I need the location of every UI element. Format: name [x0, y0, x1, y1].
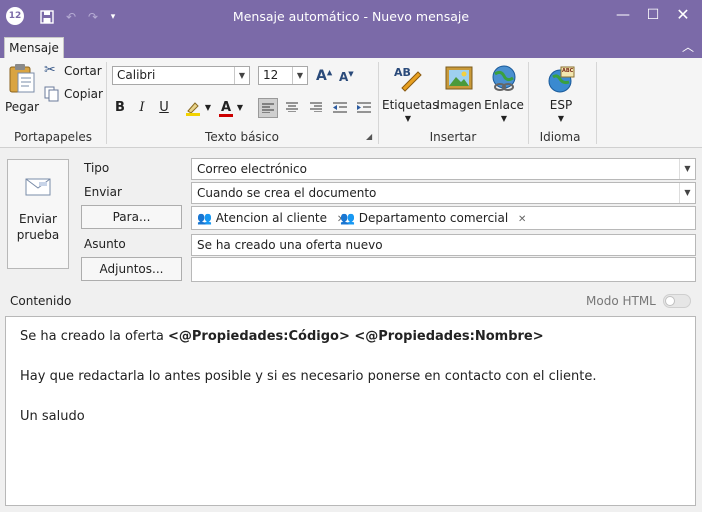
to-button[interactable]: Para... — [81, 205, 182, 229]
chevron-down-icon[interactable]: ▼ — [236, 98, 244, 118]
body-text: Se ha creado la oferta — [20, 329, 169, 344]
font-family-select[interactable]: Calibri ▼ — [112, 66, 250, 85]
ribbon-separator — [596, 62, 597, 144]
font-size-select[interactable]: 12 ▼ — [258, 66, 308, 85]
chevron-down-icon[interactable]: ▼ — [204, 98, 212, 118]
message-body-editor[interactable]: Se ha creado la oferta <@Propiedades:Cód… — [5, 316, 696, 506]
copy-icon — [44, 86, 59, 102]
remove-recipient-icon[interactable]: ✕ — [518, 214, 526, 225]
align-center-icon[interactable] — [282, 98, 302, 118]
link-label: Enlace — [484, 98, 524, 112]
cut-button[interactable]: ✂ Cortar — [44, 62, 102, 80]
increase-indent-icon[interactable] — [354, 98, 374, 118]
bold-button[interactable]: B — [112, 98, 128, 118]
scissors-icon: ✂ — [44, 62, 56, 78]
cut-label: Cortar — [64, 64, 102, 78]
enviar-label: Enviar — [84, 185, 122, 199]
enviar-select[interactable]: Cuando se crea el documento ▼ — [191, 182, 696, 204]
group-texto-basico-label: Texto básico — [205, 130, 279, 144]
body-placeholder-tags: <@Propiedades:Código> <@Propiedades:Nomb… — [168, 329, 544, 344]
envelope-icon — [25, 178, 51, 196]
tipo-select[interactable]: Correo electrónico ▼ — [191, 158, 696, 180]
content-label: Contenido — [10, 294, 72, 308]
title-bar: 12 ↶ ↷ ▾ Mensaje automático - Nuevo mens… — [0, 0, 702, 34]
paste-button[interactable]: Pegar — [4, 60, 40, 118]
grow-font-icon[interactable]: A▲ — [316, 68, 332, 84]
dialog-launcher-icon[interactable]: ◢ — [366, 132, 372, 141]
body-paragraph: Se ha creado la oferta <@Propiedades:Cód… — [20, 327, 681, 347]
copy-label: Copiar — [64, 87, 103, 101]
send-test-button[interactable]: Enviar prueba — [7, 159, 69, 269]
language-label: ESP — [549, 98, 573, 112]
shrink-font-icon[interactable]: A▼ — [339, 70, 354, 84]
underline-button[interactable]: U — [156, 98, 172, 118]
ribbon: Pegar ✂ Cortar Copiar Portapapeles Calib… — [0, 58, 702, 148]
window-title: Mensaje automático - Nuevo mensaje — [232, 9, 470, 24]
image-button[interactable]: Imagen — [436, 60, 482, 126]
chevron-down-icon: ▼ — [500, 114, 508, 123]
body-paragraph: Hay que redactarla lo antes posible y si… — [20, 369, 597, 384]
language-button[interactable]: ABC ESP ▼ — [534, 60, 588, 126]
attachments-button[interactable]: Adjuntos... — [81, 257, 182, 281]
tipo-value: Correo electrónico — [197, 162, 307, 176]
recipient-name: Atencion al cliente — [215, 211, 328, 225]
highlight-icon[interactable] — [182, 98, 204, 118]
enviar-value: Cuando se crea el documento — [197, 186, 377, 200]
attachments-field[interactable] — [191, 257, 696, 282]
html-mode-toggle[interactable] — [663, 294, 691, 308]
image-icon — [445, 66, 473, 90]
font-color-icon[interactable]: A — [216, 98, 236, 118]
globe-icon: ABC — [547, 66, 575, 94]
ribbon-tab-bar: Mensaje ︿ — [0, 34, 702, 58]
maximize-button[interactable]: ☐ — [638, 4, 668, 26]
send-test-label-1: Enviar — [19, 212, 57, 226]
tab-mensaje[interactable]: Mensaje — [4, 37, 64, 58]
tipo-label: Tipo — [84, 161, 110, 175]
recipient-chip[interactable]: 👥 Departamento comercial ✕ — [340, 209, 526, 227]
subject-input[interactable]: Se ha creado una oferta nuevo — [191, 234, 696, 256]
asunto-label: Asunto — [84, 237, 126, 251]
recipient-chip[interactable]: 👥 Atencion al cliente ✕ — [197, 209, 345, 227]
align-right-icon[interactable] — [306, 98, 326, 118]
body-paragraph: Un saludo — [20, 409, 85, 424]
toggle-knob — [665, 296, 675, 306]
minimize-button[interactable]: — — [608, 4, 638, 26]
paste-label: Pegar — [4, 100, 40, 114]
group-portapapeles-label: Portapapeles — [13, 130, 93, 144]
group-idioma-label: Idioma — [539, 130, 581, 144]
decrease-indent-icon[interactable] — [330, 98, 350, 118]
image-label: Imagen — [436, 98, 482, 112]
chevron-down-icon: ▼ — [679, 159, 695, 179]
group-insertar-label: Insertar — [429, 130, 477, 144]
spellcheck-icon-text: ABC — [562, 68, 574, 74]
chevron-down-icon: ▼ — [292, 67, 307, 84]
italic-button[interactable]: I — [134, 98, 150, 118]
link-button[interactable]: Enlace ▼ — [482, 60, 526, 126]
send-test-label-2: prueba — [16, 228, 60, 242]
font-family-value: Calibri — [117, 68, 156, 82]
labels-icon: AB — [394, 66, 422, 92]
align-left-icon[interactable] — [258, 98, 278, 118]
recipients-field[interactable]: 👥 Atencion al cliente ✕ 👥 Departamento c… — [191, 206, 696, 230]
copy-button[interactable]: Copiar — [44, 85, 103, 103]
font-size-value: 12 — [263, 68, 279, 82]
labels-label: Etiquetas — [382, 98, 439, 112]
close-button[interactable]: ✕ — [668, 4, 698, 26]
message-form: Enviar prueba Tipo Correo electrónico ▼ … — [0, 148, 702, 512]
link-icon — [492, 65, 516, 91]
collapse-ribbon-icon[interactable]: ︿ — [682, 38, 694, 55]
group-users-icon: 👥 — [340, 211, 355, 225]
chevron-down-icon: ▼ — [679, 183, 695, 203]
html-mode-label: Modo HTML — [586, 294, 656, 308]
labels-button[interactable]: AB Etiquetas ▼ — [382, 60, 439, 126]
group-users-icon: 👥 — [197, 211, 212, 225]
paste-icon — [9, 64, 35, 93]
recipient-name: Departamento comercial — [358, 211, 509, 225]
chevron-down-icon: ▼ — [404, 114, 412, 123]
chevron-down-icon: ▼ — [234, 67, 249, 84]
chevron-down-icon: ▼ — [557, 114, 565, 123]
